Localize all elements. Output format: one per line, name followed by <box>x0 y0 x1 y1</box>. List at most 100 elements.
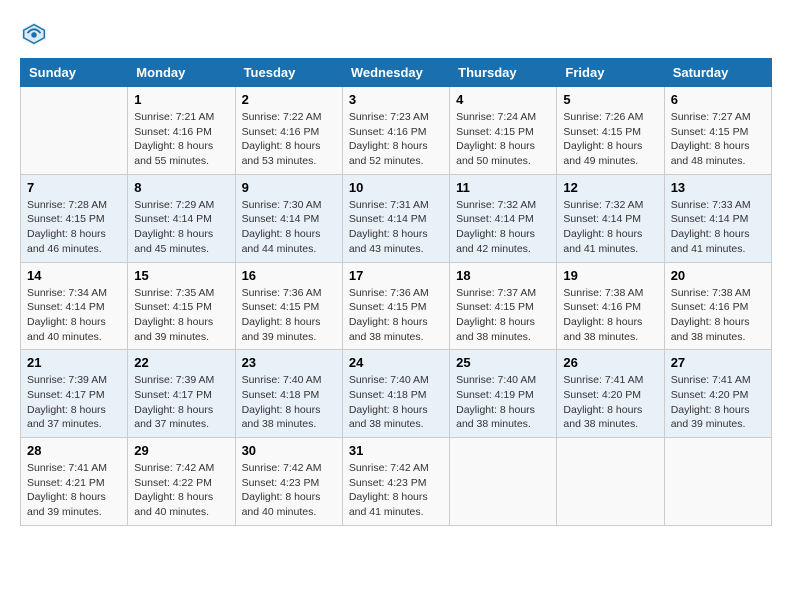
calendar-cell: 7Sunrise: 7:28 AMSunset: 4:15 PMDaylight… <box>21 174 128 262</box>
day-number: 10 <box>349 180 443 195</box>
day-number: 19 <box>563 268 657 283</box>
sunset-text: Sunset: 4:23 PM <box>242 476 336 491</box>
sunrise-text: Sunrise: 7:39 AM <box>27 373 121 388</box>
sunrise-text: Sunrise: 7:29 AM <box>134 198 228 213</box>
sunrise-text: Sunrise: 7:31 AM <box>349 198 443 213</box>
calendar-cell <box>450 438 557 526</box>
day-number: 23 <box>242 355 336 370</box>
daylight-text: Daylight: 8 hours and 41 minutes. <box>563 227 657 256</box>
day-number: 2 <box>242 92 336 107</box>
day-info: Sunrise: 7:32 AMSunset: 4:14 PMDaylight:… <box>563 198 657 257</box>
calendar-cell: 19 Sunrise: 7:38 AMSunset: 4:16 PMDayligh… <box>557 262 664 350</box>
daylight-text: Daylight: 8 hours and 49 minutes. <box>563 139 657 168</box>
sunset-text: Sunset: 4:15 PM <box>456 125 550 140</box>
day-number: 31 <box>349 443 443 458</box>
calendar-cell: 2Sunrise: 7:22 AMSunset: 4:16 PMDaylight… <box>235 87 342 175</box>
sunset-text: Sunset: 4:14 PM <box>134 212 228 227</box>
header-monday: Monday <box>128 59 235 87</box>
header-wednesday: Wednesday <box>342 59 449 87</box>
daylight-text: Daylight: 8 hours and 38 minutes. <box>563 315 657 344</box>
day-number: 24 <box>349 355 443 370</box>
day-info: Sunrise: 7:33 AMSunset: 4:14 PMDaylight:… <box>671 198 765 257</box>
header-friday: Friday <box>557 59 664 87</box>
sunrise-text: Sunrise: 7:41 AM <box>27 461 121 476</box>
sunrise-text: Sunrise: 7:36 AM <box>349 286 443 301</box>
sunset-text: Sunset: 4:20 PM <box>671 388 765 403</box>
day-number: 22 <box>134 355 228 370</box>
day-number: 12 <box>563 180 657 195</box>
day-info: Sunrise: 7:23 AMSunset: 4:16 PMDaylight:… <box>349 110 443 169</box>
day-info: Sunrise: 7:42 AMSunset: 4:22 PMDaylight:… <box>134 461 228 520</box>
daylight-text: Daylight: 8 hours and 39 minutes. <box>27 490 121 519</box>
sunset-text: Sunset: 4:16 PM <box>242 125 336 140</box>
calendar-cell: 28Sunrise: 7:41 AMSunset: 4:21 PMDayligh… <box>21 438 128 526</box>
daylight-text: Daylight: 8 hours and 39 minutes. <box>242 315 336 344</box>
sunset-text: Sunset: 4:15 PM <box>349 300 443 315</box>
calendar-cell <box>664 438 771 526</box>
daylight-text: Daylight: 8 hours and 37 minutes. <box>27 403 121 432</box>
day-number: 16 <box>242 268 336 283</box>
day-number: 21 <box>27 355 121 370</box>
calendar-cell: 23Sunrise: 7:40 AMSunset: 4:18 PMDayligh… <box>235 350 342 438</box>
calendar-cell: 20Sunrise: 7:38 AMSunset: 4:16 PMDayligh… <box>664 262 771 350</box>
day-number: 13 <box>671 180 765 195</box>
sunset-text: Sunset: 4:16 PM <box>671 300 765 315</box>
daylight-text: Daylight: 8 hours and 38 minutes. <box>242 403 336 432</box>
day-number: 5 <box>563 92 657 107</box>
sunrise-text: Sunrise: 7:32 AM <box>456 198 550 213</box>
daylight-text: Daylight: 8 hours and 37 minutes. <box>134 403 228 432</box>
day-info: Sunrise: 7:36 AMSunset: 4:15 PMDaylight:… <box>242 286 336 345</box>
logo-icon <box>20 20 48 48</box>
daylight-text: Daylight: 8 hours and 40 minutes. <box>242 490 336 519</box>
calendar-cell: 12 Sunrise: 7:32 AMSunset: 4:14 PMDayligh… <box>557 174 664 262</box>
day-info: Sunrise: 7:42 AMSunset: 4:23 PMDaylight:… <box>349 461 443 520</box>
sunrise-text: Sunrise: 7:36 AM <box>242 286 336 301</box>
sunrise-text: Sunrise: 7:21 AM <box>134 110 228 125</box>
sunset-text: Sunset: 4:23 PM <box>349 476 443 491</box>
calendar-cell: 11Sunrise: 7:32 AMSunset: 4:14 PMDayligh… <box>450 174 557 262</box>
day-number: 6 <box>671 92 765 107</box>
daylight-text: Daylight: 8 hours and 38 minutes. <box>349 403 443 432</box>
sunset-text: Sunset: 4:19 PM <box>456 388 550 403</box>
sunset-text: Sunset: 4:16 PM <box>134 125 228 140</box>
calendar-cell: 15Sunrise: 7:35 AMSunset: 4:15 PMDayligh… <box>128 262 235 350</box>
sunset-text: Sunset: 4:15 PM <box>456 300 550 315</box>
day-info: Sunrise: 7:30 AMSunset: 4:14 PMDaylight:… <box>242 198 336 257</box>
header-saturday: Saturday <box>664 59 771 87</box>
daylight-text: Daylight: 8 hours and 53 minutes. <box>242 139 336 168</box>
sunrise-text: Sunrise: 7:41 AM <box>671 373 765 388</box>
header-tuesday: Tuesday <box>235 59 342 87</box>
calendar-cell <box>557 438 664 526</box>
day-info: Sunrise: 7:38 AMSunset: 4:16 PMDaylight:… <box>563 286 657 345</box>
calendar-cell: 3Sunrise: 7:23 AMSunset: 4:16 PMDaylight… <box>342 87 449 175</box>
daylight-text: Daylight: 8 hours and 38 minutes. <box>456 403 550 432</box>
page-header <box>20 20 772 48</box>
day-info: Sunrise: 7:27 AMSunset: 4:15 PMDaylight:… <box>671 110 765 169</box>
daylight-text: Daylight: 8 hours and 48 minutes. <box>671 139 765 168</box>
sunrise-text: Sunrise: 7:40 AM <box>242 373 336 388</box>
sunrise-text: Sunrise: 7:38 AM <box>671 286 765 301</box>
header-thursday: Thursday <box>450 59 557 87</box>
calendar-cell: 1Sunrise: 7:21 AMSunset: 4:16 PMDaylight… <box>128 87 235 175</box>
sunset-text: Sunset: 4:20 PM <box>563 388 657 403</box>
header-sunday: Sunday <box>21 59 128 87</box>
day-info: Sunrise: 7:32 AMSunset: 4:14 PMDaylight:… <box>456 198 550 257</box>
calendar-week-row: 7Sunrise: 7:28 AMSunset: 4:15 PMDaylight… <box>21 174 772 262</box>
calendar-table: SundayMondayTuesdayWednesdayThursdayFrid… <box>20 58 772 526</box>
daylight-text: Daylight: 8 hours and 45 minutes. <box>134 227 228 256</box>
sunset-text: Sunset: 4:22 PM <box>134 476 228 491</box>
calendar-cell: 10Sunrise: 7:31 AMSunset: 4:14 PMDayligh… <box>342 174 449 262</box>
day-info: Sunrise: 7:35 AMSunset: 4:15 PMDaylight:… <box>134 286 228 345</box>
daylight-text: Daylight: 8 hours and 40 minutes. <box>134 490 228 519</box>
day-number: 1 <box>134 92 228 107</box>
sunset-text: Sunset: 4:15 PM <box>242 300 336 315</box>
calendar-cell: 5Sunrise: 7:26 AMSunset: 4:15 PMDaylight… <box>557 87 664 175</box>
daylight-text: Daylight: 8 hours and 42 minutes. <box>456 227 550 256</box>
day-number: 20 <box>671 268 765 283</box>
daylight-text: Daylight: 8 hours and 40 minutes. <box>27 315 121 344</box>
day-number: 7 <box>27 180 121 195</box>
day-number: 17 <box>349 268 443 283</box>
sunrise-text: Sunrise: 7:42 AM <box>349 461 443 476</box>
calendar-cell: 25Sunrise: 7:40 AMSunset: 4:19 PMDayligh… <box>450 350 557 438</box>
sunrise-text: Sunrise: 7:27 AM <box>671 110 765 125</box>
